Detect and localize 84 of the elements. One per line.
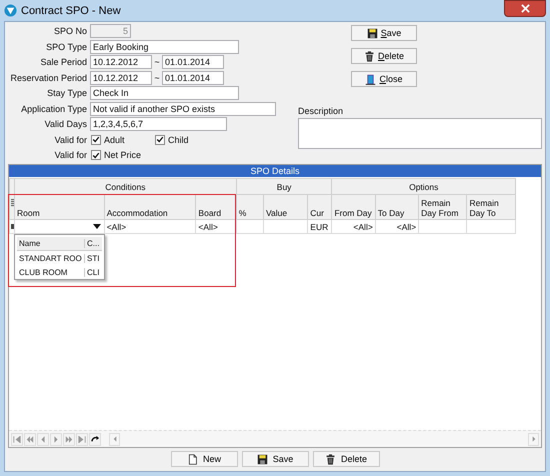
column-header[interactable]: To Day [375, 194, 419, 220]
table-cell: <All> [353, 222, 373, 232]
input-field: 5 [90, 24, 131, 38]
list-item[interactable]: CLUB ROOM [17, 268, 84, 276]
navigator-button[interactable] [63, 432, 75, 446]
arrow-icon [26, 436, 34, 442]
checkbox[interactable] [91, 150, 101, 160]
arrow-icon [13, 436, 21, 442]
date-field[interactable]: 10.12.2012 [90, 55, 152, 69]
arrow-icon [65, 436, 73, 442]
input-field[interactable]: Not valid if another SPO exists [90, 102, 276, 116]
checkbox-label: Adult [104, 134, 125, 144]
window-title: Contract SPO - New [21, 4, 121, 16]
navigator-button[interactable] [24, 432, 36, 446]
horizontal-scrollbar[interactable] [109, 432, 539, 446]
column-header[interactable]: Accommodation [104, 194, 196, 220]
footer-button[interactable]: New [170, 451, 238, 467]
column-header[interactable]: Room [14, 194, 104, 220]
column-header[interactable]: Board [196, 194, 236, 220]
door-icon [365, 74, 376, 84]
date-field[interactable]: 01.01.2014 [162, 70, 224, 84]
field-label: Valid Days [44, 119, 88, 129]
description-field[interactable] [298, 118, 542, 149]
field-label: SPO No [52, 26, 88, 36]
field-label: Application Type [20, 104, 88, 114]
input-field[interactable]: Early Booking [90, 40, 239, 54]
field-label: Stay Type [46, 88, 88, 98]
group-header: Conditions [14, 178, 236, 194]
navigator-button[interactable] [37, 432, 49, 446]
range-separator: ~ [153, 57, 161, 67]
trash-icon [324, 454, 336, 464]
grip-icon [10, 199, 14, 207]
refresh-button[interactable] [89, 432, 101, 446]
checkbox-label: Net Price [104, 150, 142, 160]
column-header[interactable]: Remain Day To [466, 194, 516, 220]
group-header: Options [332, 178, 516, 194]
input-field[interactable]: 1,2,3,4,5,6,7 [90, 117, 227, 131]
table-cell: EUR [310, 222, 328, 232]
field-label: Sale Period [39, 57, 88, 67]
group-header: Buy [236, 178, 332, 194]
navigator-button[interactable] [50, 432, 62, 446]
scroll-left-icon[interactable] [112, 436, 116, 442]
description-label: Description [298, 106, 344, 116]
toolbar-button[interactable]: Save [351, 25, 417, 41]
scroll-right-icon[interactable] [532, 436, 536, 442]
date-field[interactable]: 10.12.2012 [90, 70, 152, 84]
field-label: Valid for [54, 134, 88, 144]
arrow-icon [78, 436, 86, 442]
close-button[interactable] [504, 0, 546, 17]
list-item[interactable]: CLI [84, 268, 102, 276]
page-icon [186, 454, 198, 464]
floppy-icon [256, 454, 268, 464]
range-separator: ~ [153, 72, 161, 82]
navigator-button[interactable] [11, 432, 23, 446]
field-label: Valid for [54, 150, 88, 160]
date-field[interactable]: 01.01.2014 [162, 55, 224, 69]
field-label: Reservation Period [9, 72, 88, 82]
table-cell: <All> [106, 222, 126, 232]
checkbox[interactable] [155, 134, 165, 144]
checkbox-label: Child [168, 134, 189, 144]
column-header[interactable]: Cur [308, 194, 332, 220]
app-icon [4, 4, 17, 17]
checkbox[interactable] [91, 134, 101, 144]
refresh-icon [90, 434, 100, 444]
column-header[interactable]: % [236, 194, 264, 220]
footer-button[interactable]: Delete [312, 451, 380, 467]
panel-header: SPO Details [9, 165, 541, 177]
trash-icon [364, 50, 375, 62]
column-header[interactable]: From Day [332, 194, 376, 220]
column-header[interactable]: Name [17, 239, 84, 248]
column-header[interactable]: Value [263, 194, 308, 220]
footer-button[interactable]: Save [242, 451, 308, 467]
toolbar-button[interactable]: Close [351, 71, 417, 87]
floppy-icon [366, 28, 378, 38]
table-cell: <All> [396, 222, 416, 232]
toolbar-button[interactable]: Delete [351, 48, 417, 64]
list-item[interactable]: STANDART ROO [17, 254, 84, 262]
close-icon [520, 4, 530, 13]
column-header[interactable]: C... [84, 239, 102, 248]
input-field[interactable]: Check In [90, 86, 239, 100]
table-cell: <All> [198, 222, 218, 232]
field-label: SPO Type [45, 42, 88, 52]
list-item[interactable]: STI [84, 254, 102, 262]
column-header[interactable]: Remain Day From [418, 194, 467, 220]
